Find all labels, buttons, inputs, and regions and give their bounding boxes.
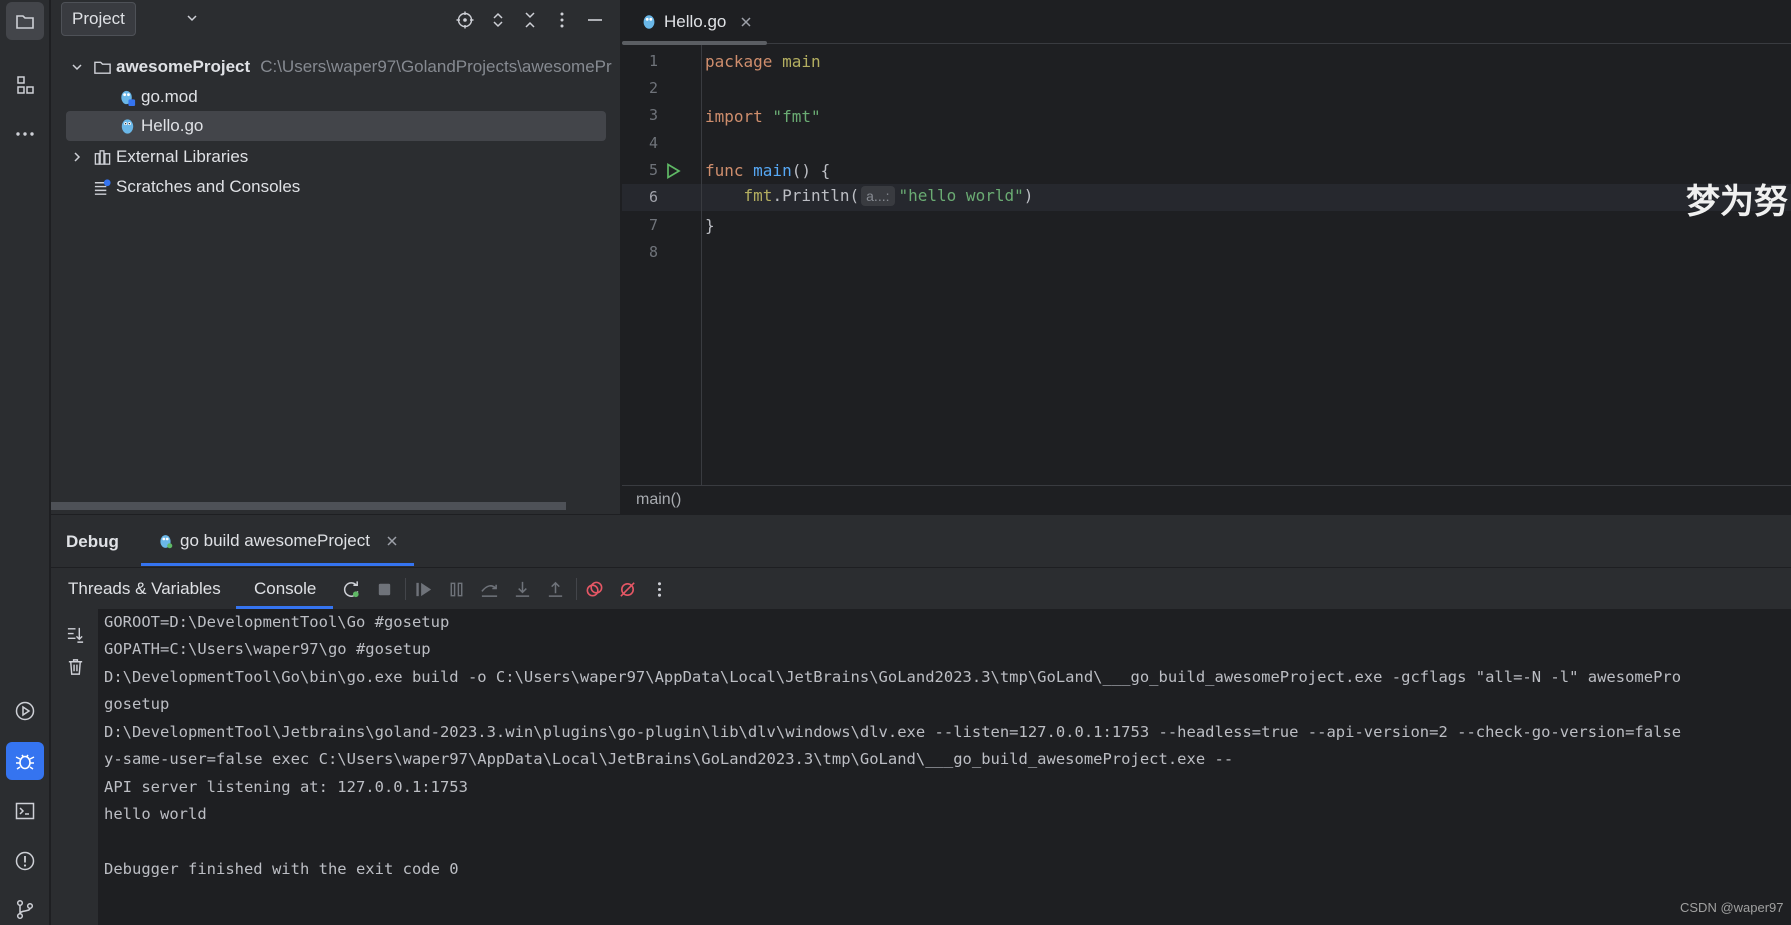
- toolbar-separator: [576, 578, 577, 600]
- tree-item-external-libraries[interactable]: External Libraries: [51, 142, 621, 172]
- line-number: 7: [648, 216, 658, 234]
- tree-item-label: External Libraries: [116, 147, 249, 166]
- console-line: Debugger finished with the exit code 0: [104, 860, 459, 878]
- tree-item-awesomeProject[interactable]: awesomeProject C:\Users\waper97\GolandPr…: [51, 52, 621, 82]
- folder-icon: [92, 57, 112, 77]
- line-number: 3: [648, 106, 658, 124]
- problems-icon[interactable]: [6, 842, 44, 880]
- pause-icon[interactable]: [445, 578, 467, 600]
- chevron-right-icon[interactable]: [68, 148, 86, 166]
- overlay-caption: 梦为努: [1686, 182, 1788, 222]
- watermark: CSDN @waper97: [1680, 900, 1784, 915]
- debug-toolbar: Threads & Variables Console: [51, 567, 1791, 609]
- project-title: Project: [72, 9, 125, 28]
- breadcrumb-item[interactable]: main(): [636, 491, 681, 509]
- toolbar-separator: [405, 578, 406, 600]
- libraries-icon: [92, 147, 112, 167]
- code-line-1[interactable]: package main: [705, 52, 821, 71]
- more-options-icon[interactable]: [648, 578, 670, 600]
- tree-item-label: go.mod: [141, 87, 198, 106]
- scroll-to-end-icon[interactable]: [64, 623, 86, 645]
- tab-threads-variables[interactable]: Threads & Variables: [68, 568, 221, 610]
- mute-breakpoints-icon[interactable]: [616, 578, 638, 600]
- code-line-5[interactable]: func main() {: [705, 161, 830, 180]
- tab-hello-go[interactable]: Hello.go: [622, 0, 764, 44]
- chevron-down-icon[interactable]: [185, 10, 199, 24]
- line-number: 1: [648, 52, 658, 70]
- console-output[interactable]: GOROOT=D:\DevelopmentTool\Go #gosetup GO…: [99, 609, 1791, 925]
- console-line: GOROOT=D:\DevelopmentTool\Go #gosetup: [104, 613, 450, 631]
- locate-icon[interactable]: [454, 9, 476, 31]
- tab-label: Hello.go: [664, 12, 727, 31]
- options-menu-icon[interactable]: [551, 9, 573, 31]
- tree-item-label: awesomeProject: [116, 57, 251, 76]
- project-panel: Project awesomeProject C:\Users\waper97\…: [51, 0, 621, 514]
- session-tab-indicator: [141, 563, 414, 566]
- run-icon[interactable]: [6, 692, 44, 730]
- more-icon[interactable]: [6, 115, 44, 153]
- debug-session-tab[interactable]: go build awesomeProject: [141, 515, 414, 567]
- terminal-icon[interactable]: [6, 792, 44, 830]
- project-view-selector[interactable]: Project: [61, 2, 136, 36]
- tree-item-scratches[interactable]: Scratches and Consoles: [51, 172, 621, 202]
- line-number: 5: [648, 161, 658, 179]
- console-line: API server listening at: 127.0.0.1:1753: [104, 778, 468, 796]
- trash-icon[interactable]: [64, 655, 86, 677]
- session-label: go build awesomeProject: [180, 531, 370, 550]
- debug-tool-window: Debug go build awesomeProject Threads & …: [51, 514, 1791, 925]
- step-over-icon[interactable]: [478, 578, 500, 600]
- step-into-icon[interactable]: [511, 578, 533, 600]
- project-icon[interactable]: [6, 2, 44, 40]
- debug-icon[interactable]: [6, 742, 44, 780]
- git-icon[interactable]: [6, 890, 44, 925]
- tree-item-hello-go[interactable]: Hello.go: [66, 111, 606, 141]
- hide-panel-icon[interactable]: [584, 9, 606, 31]
- view-breakpoints-icon[interactable]: [583, 578, 605, 600]
- console-side-toolbar: [51, 609, 99, 925]
- expand-all-icon[interactable]: [487, 9, 509, 31]
- project-path: C:\Users\waper97\GolandProjects\awesomeP…: [260, 57, 612, 76]
- activity-bar: [0, 0, 50, 925]
- go-file-icon: [640, 13, 658, 31]
- line-number: 8: [648, 243, 658, 261]
- close-icon[interactable]: [386, 535, 398, 547]
- tab-console[interactable]: Console: [254, 568, 316, 610]
- tree-item-label: Scratches and Consoles: [116, 177, 301, 196]
- go-build-icon: [157, 533, 174, 550]
- console-line: GOPATH=C:\Users\waper97\go #gosetup: [104, 640, 431, 658]
- line-number: 4: [648, 134, 658, 152]
- go-file-icon: [117, 116, 137, 136]
- editor-tab-bar: Hello.go: [622, 0, 1791, 45]
- breadcrumb: main(): [622, 485, 1791, 514]
- code-line-6[interactable]: fmt.Println(a...: "hello world"): [705, 186, 1033, 206]
- code-line-7[interactable]: }: [705, 216, 715, 235]
- tree-item-go-mod[interactable]: go.mod: [51, 82, 621, 112]
- structure-icon[interactable]: [6, 66, 44, 104]
- line-gutter[interactable]: 1 2 3 4 5 6 7 8: [622, 45, 702, 485]
- line-number: 6: [648, 188, 658, 206]
- horizontal-scrollbar[interactable]: [51, 502, 566, 510]
- debug-title: Debug: [66, 532, 119, 551]
- resume-icon[interactable]: [412, 578, 434, 600]
- console-line: D:\DevelopmentTool\Jetbrains\goland-2023…: [104, 723, 1682, 741]
- run-gutter-icon[interactable]: [664, 162, 682, 180]
- console-line: gosetup: [104, 695, 170, 713]
- scratches-icon: [92, 177, 112, 197]
- line-number: 2: [648, 79, 658, 97]
- chevron-down-icon[interactable]: [68, 58, 86, 76]
- parameter-hint: a...:: [861, 186, 895, 206]
- gomod-file-icon: [117, 87, 137, 107]
- console-line: D:\DevelopmentTool\Go\bin\go.exe build -…: [104, 668, 1682, 686]
- rerun-icon[interactable]: [340, 578, 362, 600]
- stop-icon[interactable]: [373, 578, 395, 600]
- tree-item-label: Hello.go: [141, 116, 204, 135]
- close-icon[interactable]: [740, 16, 752, 28]
- code-line-3[interactable]: import "fmt": [705, 107, 821, 126]
- project-header: Project: [51, 0, 621, 40]
- console-line: hello world: [104, 805, 207, 823]
- step-out-icon[interactable]: [544, 578, 566, 600]
- console-line: y-same-user=false exec C:\Users\waper97\…: [104, 750, 1234, 768]
- editor: Hello.go 1 2 3 4 5 6 7 8 package main im…: [622, 0, 1791, 514]
- collapse-all-icon[interactable]: [519, 9, 541, 31]
